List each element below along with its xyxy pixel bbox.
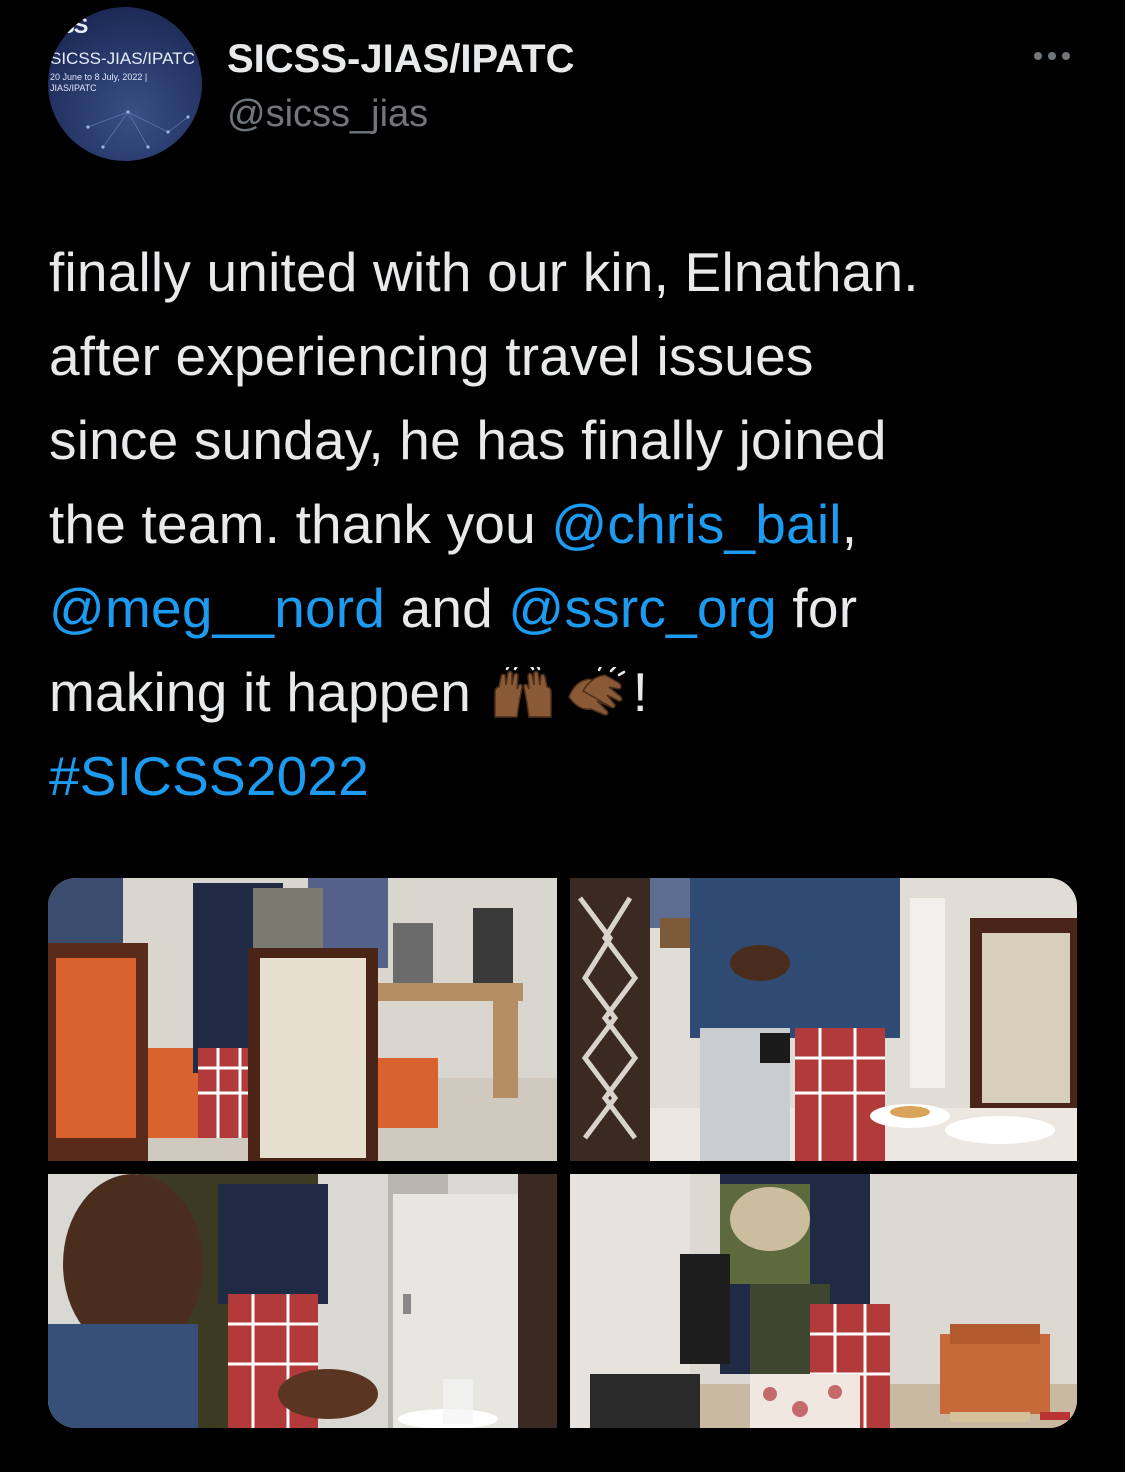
more-dot-icon bbox=[1048, 52, 1056, 60]
user-handle[interactable]: @sicss_jias bbox=[227, 93, 428, 136]
tweet-line: since sunday, he has finally joined bbox=[49, 409, 887, 471]
photo-3[interactable] bbox=[48, 1174, 557, 1428]
tweet-line: @meg__nord and @ssrc_org for bbox=[49, 566, 1089, 650]
tweet-text-segment: , bbox=[841, 493, 858, 555]
more-dot-icon bbox=[1034, 52, 1042, 60]
tweet-line: making it happen ! bbox=[49, 650, 1089, 734]
tweet-page: SS SICSS-JIAS/IPATC 20 June to 8 July, 2… bbox=[0, 0, 1125, 1472]
hashtag-link[interactable]: #SICSS2022 bbox=[49, 734, 1089, 818]
mention-link[interactable]: @chris_bail bbox=[551, 493, 841, 555]
photo-1[interactable] bbox=[48, 878, 557, 1161]
mention-link[interactable]: @meg__nord bbox=[49, 577, 385, 639]
avatar-title: SICSS-JIAS/IPATC bbox=[50, 49, 195, 68]
media-grid bbox=[48, 878, 1077, 1428]
photo-3-image bbox=[48, 1174, 557, 1428]
tweet-text-segment: the team. thank you bbox=[49, 493, 552, 555]
tweet-line: after experiencing travel issues bbox=[49, 325, 814, 387]
more-dot-icon bbox=[1062, 52, 1070, 60]
tweet-text-segment: and bbox=[385, 577, 509, 639]
photo-4[interactable] bbox=[570, 1174, 1077, 1428]
clapping-hands-emoji-icon bbox=[561, 658, 631, 742]
photo-1-image bbox=[48, 878, 557, 1161]
photo-4-image bbox=[570, 1174, 1077, 1428]
photo-2[interactable] bbox=[570, 878, 1077, 1161]
avatar-subtitle: 20 June to 8 July, 2022 | JIAS/IPATC bbox=[50, 72, 148, 93]
tweet-text-segment: for bbox=[776, 577, 858, 639]
avatar-logo-text: SS bbox=[60, 13, 88, 38]
tweet-line: finally united with our kin, Elnathan. bbox=[49, 241, 919, 303]
photo-2-image bbox=[570, 878, 1077, 1161]
avatar[interactable]: SS SICSS-JIAS/IPATC 20 June to 8 July, 2… bbox=[48, 7, 202, 161]
tweet-line: the team. thank you @chris_bail, bbox=[49, 482, 1089, 566]
tweet-text: finally united with our kin, Elnathan. a… bbox=[49, 230, 1089, 818]
raising-hands-emoji-icon bbox=[489, 658, 557, 742]
tweet-text-segment: making it happen bbox=[49, 661, 487, 723]
more-options-button[interactable] bbox=[1025, 38, 1079, 74]
mention-link[interactable]: @ssrc_org bbox=[508, 577, 777, 639]
tweet-text-segment: ! bbox=[632, 661, 649, 723]
display-name[interactable]: SICSS-JIAS/IPATC bbox=[227, 37, 574, 82]
